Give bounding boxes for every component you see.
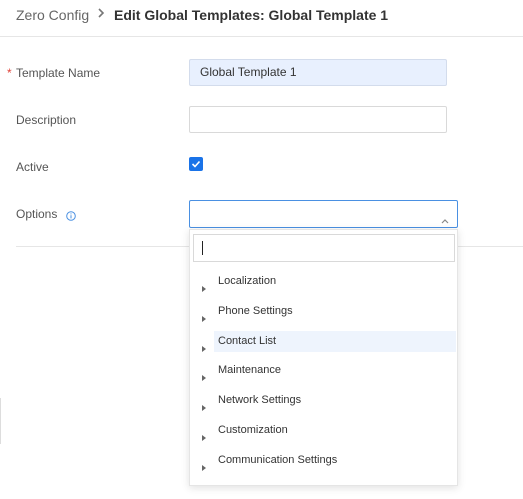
chevron-right-icon xyxy=(94,6,108,20)
left-edge-line xyxy=(0,398,1,444)
caret-right-icon[interactable] xyxy=(202,339,206,352)
caret-right-icon[interactable] xyxy=(202,398,206,411)
caret-right-icon[interactable] xyxy=(202,428,206,441)
template-name-input[interactable]: Global Template 1 xyxy=(189,59,447,86)
required-mark: * xyxy=(7,66,12,80)
caret-right-icon[interactable] xyxy=(202,458,206,471)
dropdown-option[interactable]: Localization xyxy=(214,271,456,292)
description-input[interactable] xyxy=(189,106,447,133)
caret-right-icon[interactable] xyxy=(202,309,206,322)
page-header: Zero Config Edit Global Templates: Globa… xyxy=(0,0,523,37)
page-title: Edit Global Templates: Global Template 1 xyxy=(114,7,389,23)
dropdown-option[interactable]: Network Settings xyxy=(214,390,456,411)
text-cursor xyxy=(202,241,203,255)
info-icon[interactable] xyxy=(66,208,76,221)
dropdown-option[interactable]: Phone Settings xyxy=(214,301,456,322)
active-checkbox[interactable] xyxy=(189,157,203,171)
options-label: Options xyxy=(16,207,58,221)
chevron-up-icon xyxy=(441,211,449,224)
breadcrumb-root-link[interactable]: Zero Config xyxy=(16,7,89,23)
caret-right-icon[interactable] xyxy=(202,279,206,292)
dropdown-option[interactable]: Communication Settings xyxy=(214,450,456,471)
dropdown-option[interactable]: Maintenance xyxy=(214,360,456,381)
caret-right-icon[interactable] xyxy=(202,368,206,381)
options-dropdown: Localization Phone Settings Contact List Ma… xyxy=(189,229,458,486)
active-label: Active xyxy=(16,160,49,174)
dropdown-option[interactable]: Customization xyxy=(214,420,456,441)
description-label: Description xyxy=(16,113,77,127)
dropdown-option[interactable]: Contact List xyxy=(214,331,456,352)
template-name-label: Template Name xyxy=(16,66,101,80)
dropdown-search-input[interactable] xyxy=(193,234,455,262)
options-select[interactable] xyxy=(189,200,458,228)
